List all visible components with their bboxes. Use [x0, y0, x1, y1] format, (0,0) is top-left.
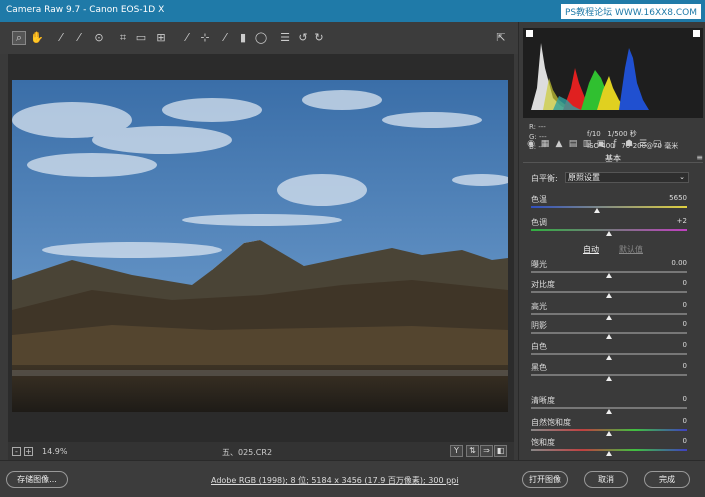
- panel-menu-icon[interactable]: ≡: [696, 153, 703, 162]
- slider-thumb[interactable]: [606, 315, 612, 320]
- slider-thumb[interactable]: [606, 451, 612, 456]
- swap-settings-icon[interactable]: ⇅: [466, 445, 479, 457]
- copy-settings-icon[interactable]: ⇒: [480, 445, 493, 457]
- file-name: 五、025.CR2: [222, 448, 273, 457]
- presets-tab-icon[interactable]: ☰: [637, 138, 649, 150]
- slider-value[interactable]: +2: [677, 217, 687, 225]
- slider-thumb[interactable]: [606, 431, 612, 436]
- radial-filter-icon[interactable]: ◯: [254, 31, 268, 45]
- slider-label: 色温: [531, 195, 547, 204]
- slider-thumb[interactable]: [606, 376, 612, 381]
- color-sampler-icon[interactable]: ⁄: [72, 31, 86, 45]
- done-button[interactable]: 完成: [644, 471, 690, 488]
- white-balance-value: 原照设置: [568, 173, 600, 182]
- slider-label: 对比度: [531, 280, 555, 289]
- slider-label: 白色: [531, 342, 547, 351]
- slider-label: 阴影: [531, 321, 547, 330]
- white-balance-label: 白平衡:: [531, 174, 558, 183]
- photo-preview[interactable]: [12, 80, 508, 412]
- r-readout: R: ---: [529, 123, 546, 131]
- red-eye-icon[interactable]: ⊹: [198, 31, 212, 45]
- toggle-preview-icon[interactable]: ◧: [494, 445, 507, 457]
- workflow-options-link[interactable]: Adobe RGB (1998); 8 位; 5184 x 3456 (17.9…: [211, 475, 458, 486]
- save-image-button[interactable]: 存储图像...: [6, 471, 68, 488]
- slider-value[interactable]: 0: [683, 320, 687, 328]
- white-balance-icon[interactable]: ⁄: [54, 31, 68, 45]
- slider-value[interactable]: 0: [683, 417, 687, 425]
- slider-thumb[interactable]: [606, 334, 612, 339]
- zoom-icon[interactable]: ⌕: [12, 31, 26, 45]
- camera-calibration-tab-icon[interactable]: ☗: [623, 138, 635, 150]
- slider-value[interactable]: 0.00: [671, 259, 687, 267]
- slider-thumb[interactable]: [606, 293, 612, 298]
- histogram: [523, 28, 703, 118]
- slider-label: 高光: [531, 302, 547, 311]
- split-toning-tab-icon[interactable]: ▥: [581, 138, 593, 150]
- slider-value[interactable]: 0: [683, 301, 687, 309]
- slider-value[interactable]: 0: [683, 437, 687, 445]
- slider-thumb[interactable]: [606, 231, 612, 236]
- slider-thumb[interactable]: [593, 208, 600, 213]
- window-title: Camera Raw 9.7 - Canon EOS-1D X: [6, 5, 165, 15]
- panel-tabs: ◉ ▦ ▲ ▤ ▥ ▣ ƒ ☗ ☰ ▢: [523, 138, 703, 152]
- chevron-down-icon: ⌄: [679, 173, 685, 181]
- bottom-bar: 存储图像... Adobe RGB (1998); 8 位; 5184 x 34…: [0, 460, 705, 497]
- before-after-toggle[interactable]: Y: [450, 445, 463, 457]
- tone-curve-tab-icon[interactable]: ▦: [539, 138, 551, 150]
- adjustment-brush-icon[interactable]: ⁄: [218, 31, 232, 45]
- panel-title: 基本: [605, 154, 621, 163]
- adjustments-panel: R: --- G: --- B: --- f/10 1/500 秒 ISO 40…: [518, 22, 705, 460]
- preferences-icon[interactable]: ☰: [278, 31, 292, 45]
- rotate-cw-icon[interactable]: ↻: [312, 31, 326, 45]
- slider-value[interactable]: 0: [683, 395, 687, 403]
- slider-label: 色调: [531, 218, 547, 227]
- fx-tab-icon[interactable]: ƒ: [609, 138, 621, 150]
- status-bar: - + 14.9% 五、025.CR2 Y ⇅ ⇒ ◧: [8, 442, 514, 460]
- default-button[interactable]: 默认值: [619, 244, 643, 255]
- straighten-icon[interactable]: ▭: [134, 31, 148, 45]
- slider-value[interactable]: 0: [683, 362, 687, 370]
- cancel-button[interactable]: 取消: [584, 471, 628, 488]
- snapshots-tab-icon[interactable]: ▢: [651, 138, 663, 150]
- hand-icon[interactable]: ✋: [30, 31, 44, 45]
- slider-thumb[interactable]: [606, 409, 612, 414]
- toggle-fullscreen-icon[interactable]: ⇱: [494, 31, 508, 45]
- slider-label: 饱和度: [531, 438, 555, 447]
- toolbar: ⌕ ✋ ⁄ ⁄ ⊙ ⌗ ▭ ⊞ ⁄ ⊹ ⁄ ▮ ◯ ☰ ↺ ↻ ⇱: [0, 22, 520, 54]
- slider-label: 曝光: [531, 260, 547, 269]
- basic-tab-icon[interactable]: ◉: [525, 138, 537, 150]
- zoom-level-dropdown[interactable]: 14.9%: [42, 447, 67, 456]
- detail-tab-icon[interactable]: ▲: [553, 138, 565, 150]
- slider-track[interactable]: [531, 206, 687, 208]
- slider-value[interactable]: 0: [683, 341, 687, 349]
- open-image-button[interactable]: 打开图像: [522, 471, 568, 488]
- targeted-adjustment-icon[interactable]: ⊙: [92, 31, 106, 45]
- rotate-ccw-icon[interactable]: ↺: [296, 31, 310, 45]
- graduated-filter-icon[interactable]: ▮: [236, 31, 250, 45]
- watermark: PS教程论坛 WWW.16XX8.COM: [560, 4, 701, 19]
- lens-tab-icon[interactable]: ▣: [595, 138, 607, 150]
- white-balance-select[interactable]: 原照设置 ⌄: [565, 172, 689, 183]
- auto-button[interactable]: 自动: [583, 244, 599, 255]
- crop-icon[interactable]: ⌗: [116, 31, 130, 45]
- panel-header: 基本 ≡: [523, 153, 703, 163]
- slider-label: 清晰度: [531, 396, 555, 405]
- slider-thumb[interactable]: [606, 273, 612, 278]
- slider-label: 自然饱和度: [531, 418, 571, 427]
- spot-removal-icon[interactable]: ⁄: [180, 31, 194, 45]
- hsl-tab-icon[interactable]: ▤: [567, 138, 579, 150]
- transform-icon[interactable]: ⊞: [154, 31, 168, 45]
- slider-label: 黑色: [531, 363, 547, 372]
- slider-value[interactable]: 0: [683, 279, 687, 287]
- slider-value[interactable]: 5650: [669, 194, 687, 202]
- zoom-in-button[interactable]: +: [24, 447, 33, 456]
- title-bar: Camera Raw 9.7 - Canon EOS-1D X PS教程论坛 W…: [0, 0, 705, 22]
- zoom-out-button[interactable]: -: [12, 447, 21, 456]
- slider-thumb[interactable]: [606, 355, 612, 360]
